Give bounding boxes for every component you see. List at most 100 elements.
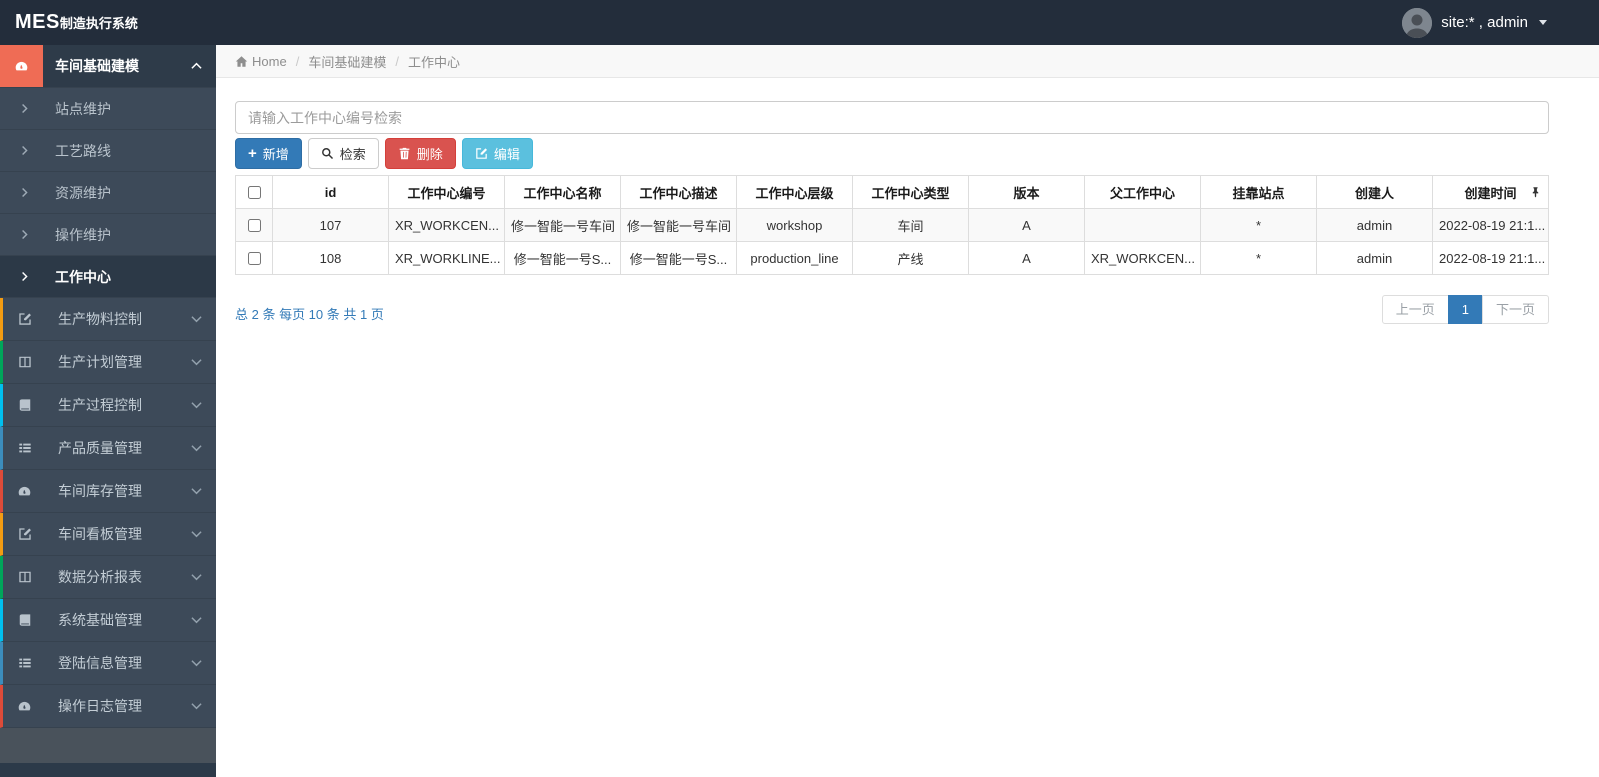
column-header: 工作中心编号: [388, 175, 505, 209]
table-cell: 修一智能一号S...: [504, 241, 621, 275]
book-icon: [3, 384, 46, 426]
next-page-button[interactable]: 下一页: [1481, 295, 1549, 324]
avatar[interactable]: [1402, 7, 1433, 38]
column-header: 创建人: [1316, 175, 1433, 209]
chevron-down-icon: [191, 573, 202, 581]
table-row: 108 XR_WORKLINE... 修一智能一号S... 修一智能一号S... pro…: [235, 241, 1549, 275]
column-header: 工作中心层级: [736, 175, 853, 209]
sidebar-item[interactable]: 系统基础管理: [0, 599, 216, 642]
sidebar-item[interactable]: 车间库存管理: [0, 470, 216, 513]
sidebar-item-label: 车间库存管理: [58, 483, 142, 499]
app-logo-bold: MES: [15, 11, 60, 33]
sidebar-subitem-label: 工艺路线: [55, 142, 111, 159]
edit-button-label: 编辑: [493, 147, 520, 162]
edit-icon: [3, 513, 46, 555]
breadcrumb: Home / 车间基础建模 / 工作中心: [216, 45, 1599, 78]
table-cell: [1084, 208, 1201, 242]
sidebar-subitem-label: 操作维护: [55, 226, 111, 243]
pin-icon[interactable]: [1530, 187, 1541, 198]
search-button-label: 检索: [339, 147, 366, 162]
row-checkbox[interactable]: [248, 218, 261, 232]
sidebar-item-workshop-modeling[interactable]: 车间基础建模: [0, 45, 216, 88]
table-header-row: id 工作中心编号 工作中心名称 工作中心描述 工作中心层级 工作中心类型 版本 父工作中心挂…: [235, 175, 1549, 209]
sidebar-footer-strip: [0, 763, 216, 777]
column-header: 工作中心类型: [852, 175, 969, 209]
edit-button[interactable]: 编辑: [461, 138, 533, 169]
sidebar-item[interactable]: 车间看板管理: [0, 513, 216, 556]
dashboard-icon: [3, 685, 46, 727]
sidebar-item-label: 操作日志管理: [58, 698, 142, 714]
table-cell: 修一智能一号车间: [504, 208, 621, 242]
table-cell: *: [1200, 208, 1317, 242]
sidebar-item[interactable]: 生产物料控制: [0, 298, 216, 341]
chevron-down-icon: [191, 358, 202, 366]
row-checkbox-cell: [235, 241, 273, 275]
search-input[interactable]: [235, 101, 1549, 134]
sidebar-item[interactable]: 产品质量管理: [0, 427, 216, 470]
sidebar-subitem-label: 资源维护: [55, 184, 111, 201]
delete-button[interactable]: 删除: [384, 138, 456, 169]
sidebar-item[interactable]: 生产计划管理: [0, 341, 216, 384]
breadcrumb-item[interactable]: Home: [235, 54, 287, 69]
table-cell: A: [968, 208, 1085, 242]
prev-page-button[interactable]: 上一页: [1381, 295, 1449, 324]
breadcrumb-item-label: Home: [252, 53, 287, 69]
column-header: id: [272, 175, 389, 209]
table-cell: XR_WORKCEN...: [388, 208, 505, 242]
table-cell: 车间: [852, 208, 969, 242]
top-navbar: MES 制造执行系统 site:* , admin: [0, 0, 1599, 45]
chevron-down-icon: [191, 444, 202, 452]
dashboard-icon: [0, 45, 43, 87]
chevron-down-icon: [191, 315, 202, 323]
sidebar-item-label: 生产计划管理: [58, 354, 142, 370]
sidebar-item-label: 产品质量管理: [58, 440, 142, 456]
table-cell: 108: [272, 241, 389, 275]
user-menu[interactable]: site:* , admin: [1402, 7, 1599, 38]
sidebar-subitem[interactable]: 操作维护: [0, 214, 216, 256]
trash-icon: [398, 147, 411, 160]
sidebar-item[interactable]: 登陆信息管理: [0, 642, 216, 685]
table-cell: 修一智能一号S...: [620, 241, 737, 275]
sidebar-item-label: 生产物料控制: [58, 311, 142, 327]
dashboard-icon: [3, 470, 46, 512]
edit-icon: [475, 147, 488, 160]
table-cell: XR_WORKCEN...: [1084, 241, 1201, 275]
sidebar-item[interactable]: 操作日志管理: [0, 685, 216, 728]
select-all-checkbox[interactable]: [248, 185, 261, 199]
sidebar-subitem[interactable]: 工艺路线: [0, 130, 216, 172]
search-icon: [321, 147, 334, 160]
search-button[interactable]: 检索: [307, 138, 379, 169]
edit-icon: [3, 298, 46, 340]
table-cell: admin: [1316, 241, 1433, 275]
breadcrumb-item[interactable]: 车间基础建模: [308, 52, 386, 71]
table-cell: A: [968, 241, 1085, 275]
sidebar-subitem[interactable]: 站点维护: [0, 88, 216, 130]
breadcrumb-item-label: 车间基础建模: [308, 54, 387, 70]
header-checkbox-cell: [235, 175, 273, 209]
plus-icon: +: [248, 145, 257, 162]
sidebar-subitem[interactable]: 资源维护: [0, 172, 216, 214]
list-icon: [3, 427, 46, 469]
list-icon: [3, 642, 46, 684]
column-header: 工作中心名称: [504, 175, 621, 209]
chevron-down-icon: [191, 530, 202, 538]
sidebar-subitem-label: 工作中心: [55, 268, 111, 285]
breadcrumb-separator: /: [295, 53, 300, 69]
row-checkbox[interactable]: [248, 251, 261, 265]
page-1-button[interactable]: 1: [1447, 295, 1483, 324]
add-button[interactable]: + 新增: [235, 138, 302, 169]
sidebar-subitem[interactable]: 工作中心: [0, 256, 216, 298]
table-row: 107 XR_WORKCEN... 修一智能一号车间 修一智能一号车间 workshop…: [235, 208, 1549, 242]
breadcrumb-item-label: 工作中心: [407, 54, 460, 70]
table-cell: 2022-08-19 21:1...: [1432, 241, 1549, 275]
sidebar-item[interactable]: 生产过程控制: [0, 384, 216, 427]
sidebar-item[interactable]: 数据分析报表: [0, 556, 216, 599]
table-cell: admin: [1316, 208, 1433, 242]
sidebar-item-label: 生产过程控制: [58, 397, 142, 413]
breadcrumb-item: 工作中心: [408, 52, 460, 71]
pagination: 上一页 1 下一页: [1381, 295, 1549, 324]
chevron-right-icon: [21, 187, 31, 198]
sidebar-subitem-label: 站点维护: [55, 100, 111, 117]
sidebar-item-label: 系统基础管理: [58, 612, 142, 628]
chevron-down-icon: [191, 401, 202, 409]
